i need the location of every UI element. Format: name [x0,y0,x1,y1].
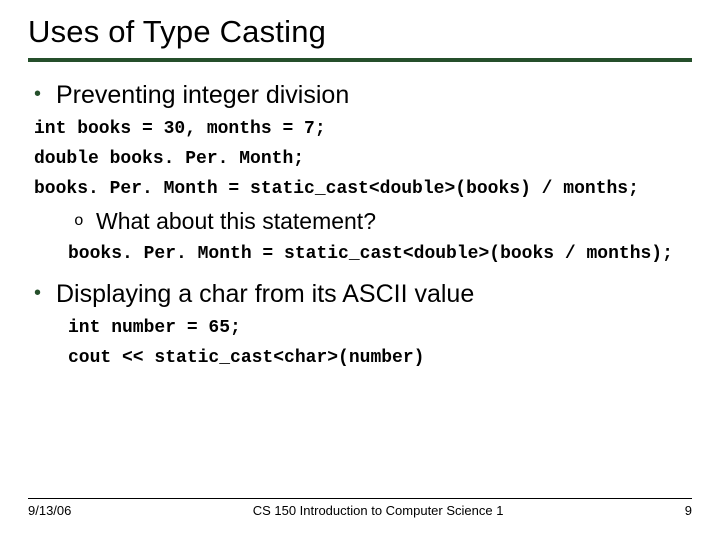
bullet-2: • Displaying a char from its ASCII value [28,279,692,309]
code-line-2: double books. Per. Month; [34,148,692,170]
footer-page: 9 [685,503,692,518]
slide-body: • Preventing integer division int books … [28,80,692,369]
code-line-6: cout << static_cast<char>(number) [68,347,692,369]
title-underline [28,58,692,62]
slide-title: Uses of Type Casting [28,14,692,50]
bullet-dot-icon: • [28,279,56,307]
bullet-dot-icon: • [28,80,56,108]
footer-date: 9/13/06 [28,503,71,518]
bullet-2-text: Displaying a char from its ASCII value [56,279,474,309]
bullet-1: • Preventing integer division [28,80,692,110]
sub-bullet-1-text: What about this statement? [96,208,376,235]
sub-bullet-marker: o [74,208,96,235]
footer-course: CS 150 Introduction to Computer Science … [71,503,684,518]
sub-bullet-1: o What about this statement? [74,208,692,235]
code-line-5: int number = 65; [68,317,692,339]
footer: 9/13/06 CS 150 Introduction to Computer … [0,498,720,518]
footer-row: 9/13/06 CS 150 Introduction to Computer … [28,503,692,518]
footer-rule [28,498,692,499]
code-line-4: books. Per. Month = static_cast<double>(… [68,243,692,265]
code-line-3: books. Per. Month = static_cast<double>(… [34,178,692,200]
code-line-1: int books = 30, months = 7; [34,118,692,140]
slide: Uses of Type Casting • Preventing intege… [0,0,720,540]
bullet-1-text: Preventing integer division [56,80,349,110]
